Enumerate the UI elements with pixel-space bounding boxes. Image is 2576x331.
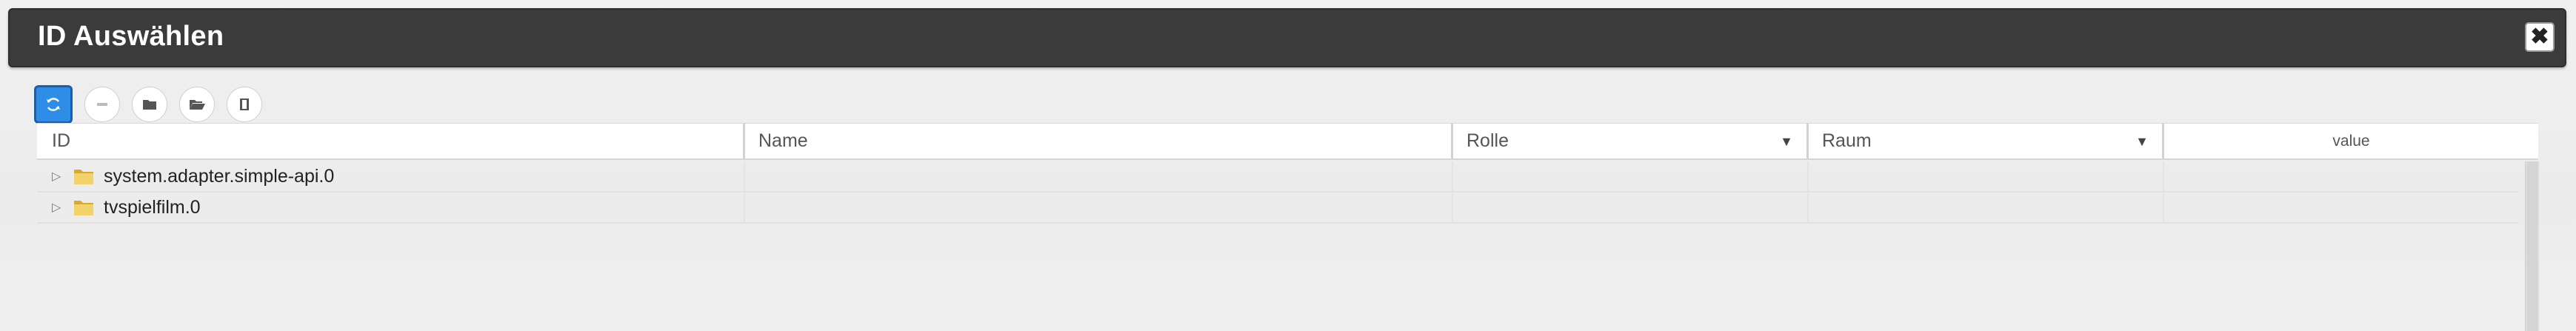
collapse-all-button[interactable] [84, 87, 120, 122]
raum-filter-dropdown-icon[interactable]: ▼ [2135, 134, 2149, 150]
column-label-value: value [2332, 132, 2370, 150]
column-header-id[interactable]: ID [37, 124, 745, 158]
raum-cell [1809, 193, 2164, 222]
vertical-scrollbar[interactable] [2525, 161, 2539, 331]
column-label-raum: Raum [1822, 130, 1872, 151]
column-header-name[interactable]: Name [745, 124, 1453, 158]
row-id-text: system.adapter.simple-api.0 [104, 165, 335, 187]
row-id-text: tvspielfilm.0 [104, 196, 201, 218]
id-cell: ▷ system.adapter.simple-api.0 [37, 161, 745, 191]
close-button[interactable]: ✖ [2525, 22, 2555, 52]
minus-icon [97, 103, 107, 106]
rolle-cell [1453, 161, 1809, 191]
column-label-id: ID [52, 130, 70, 151]
column-header-raum[interactable]: Raum ▼ [1809, 124, 2164, 158]
column-label-name: Name [758, 130, 808, 151]
grid-header: ID Name Rolle ▼ Raum ▼ value [37, 123, 2538, 160]
grid-rows: ▷ system.adapter.simple-api.0 ▷ tvspielf… [37, 161, 2518, 224]
table-row[interactable]: ▷ system.adapter.simple-api.0 [37, 161, 2518, 193]
expand-triangle-icon[interactable]: ▷ [52, 200, 65, 215]
raum-cell [1809, 161, 2164, 191]
dialog-titlebar: ID Auswählen ✖ [8, 8, 2566, 67]
rolle-cell [1453, 193, 1809, 222]
folder-icon [73, 167, 95, 186]
name-cell [745, 161, 1453, 191]
id-cell: ▷ tvspielfilm.0 [37, 193, 745, 222]
table-row[interactable]: ▷ tvspielfilm.0 [37, 193, 2518, 224]
scrollbar-thumb[interactable] [2527, 161, 2537, 331]
value-cell [2164, 161, 2518, 191]
column-label-rolle: Rolle [1466, 130, 1509, 151]
rolle-filter-dropdown-icon[interactable]: ▼ [1780, 134, 1793, 150]
dialog-title: ID Auswählen [38, 21, 224, 52]
object-grid: ID Name Rolle ▼ Raum ▼ value ▷ system.ad… [37, 123, 2539, 331]
column-header-rolle[interactable]: Rolle ▼ [1453, 124, 1809, 158]
close-icon: ✖ [2530, 24, 2549, 49]
folder-open-icon [190, 100, 205, 110]
column-header-value[interactable]: value [2164, 124, 2538, 158]
book-icon [240, 98, 249, 110]
value-cell [2164, 193, 2518, 222]
expand-triangle-icon[interactable]: ▷ [52, 169, 65, 184]
folder-icon [73, 198, 95, 217]
toolbar [34, 85, 262, 124]
refresh-button[interactable] [34, 85, 73, 124]
folder-open-button[interactable] [179, 87, 215, 122]
book-button[interactable] [227, 87, 262, 122]
name-cell [745, 193, 1453, 222]
folder-button[interactable] [132, 87, 167, 122]
refresh-icon [47, 98, 60, 111]
folder-icon [143, 100, 156, 110]
